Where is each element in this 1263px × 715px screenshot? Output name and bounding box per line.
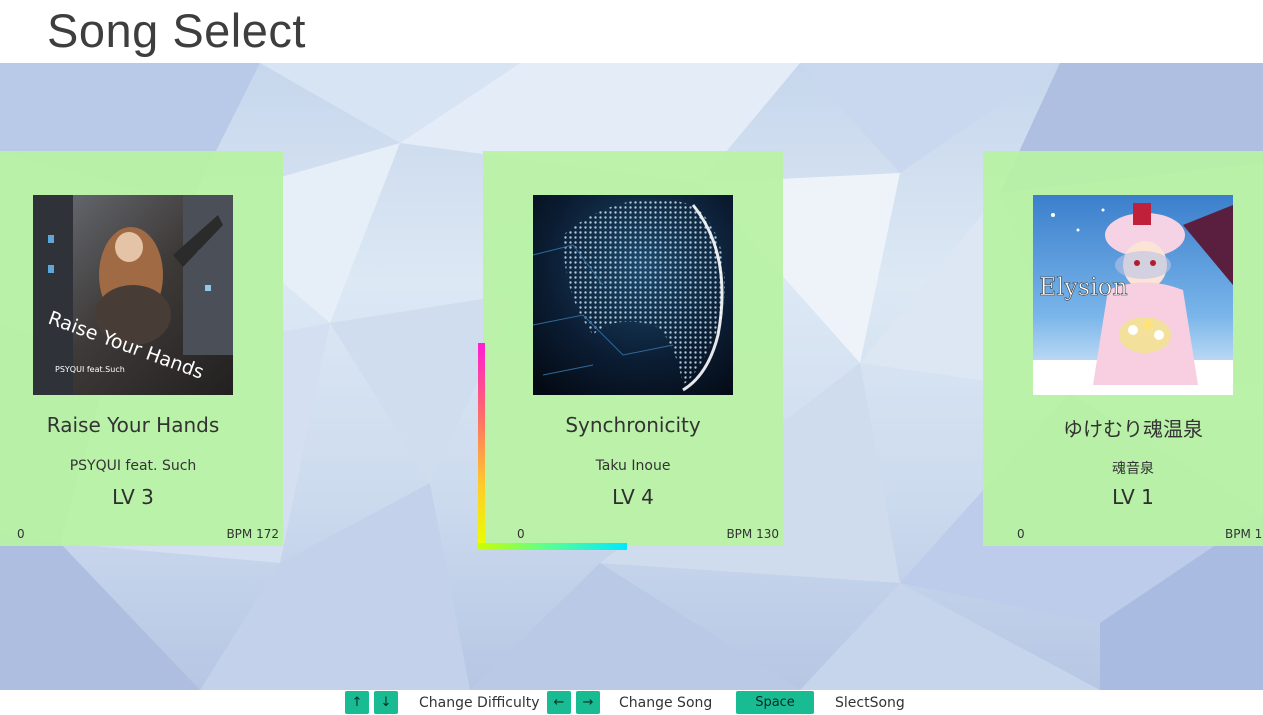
song-score: 0 (17, 527, 25, 541)
right-arrow-key[interactable]: → (576, 691, 600, 714)
album-cover-yukemuri: Elysion (1033, 195, 1233, 395)
up-arrow-key[interactable]: ↑ (345, 691, 369, 714)
song-artist: 魂音泉 (1112, 461, 1154, 477)
song-card-synchronicity[interactable]: Synchronicity Taku Inoue LV 4 0 BPM 130 (483, 151, 783, 546)
song-level: LV 3 (112, 485, 154, 509)
song-card-yukemuri[interactable]: Elysion ゆけむり魂温泉 魂音泉 LV 1 0 BPM 1 (983, 151, 1263, 546)
selection-cursor-horizontal (478, 543, 627, 550)
song-artist: Taku Inoue (595, 458, 671, 474)
album-cover-raise-your-hands: Raise Your Hands PSYQUI feat.Such (33, 195, 233, 395)
album-cover-synchronicity (533, 195, 733, 395)
left-arrow-key[interactable]: ← (547, 691, 571, 714)
selection-cursor-vertical (478, 343, 485, 547)
song-level: LV 4 (612, 485, 654, 509)
song-level: LV 1 (1112, 485, 1154, 509)
song-score: 0 (1017, 527, 1025, 541)
song-card-raise-your-hands[interactable]: Raise Your Hands PSYQUI feat.Such Raise … (0, 151, 283, 546)
page-title: Song Select (47, 4, 306, 57)
song-artist: PSYQUI feat. Such (69, 458, 197, 474)
song-bpm: BPM 130 (726, 527, 779, 541)
down-arrow-key[interactable]: ↓ (374, 691, 398, 714)
header: Song Select (0, 0, 1263, 63)
space-key[interactable]: Space (736, 691, 814, 714)
cover-title-text: Elysion (1039, 273, 1128, 301)
song-score: 0 (517, 527, 525, 541)
song-title: Synchronicity (565, 413, 701, 437)
song-title: ゆけむり魂温泉 (1063, 417, 1203, 441)
song-bpm: BPM 1 (1225, 527, 1263, 541)
change-difficulty-label: Change Difficulty (419, 695, 540, 711)
song-bpm: BPM 172 (226, 527, 279, 541)
select-song-label: SlectSong (835, 695, 905, 711)
song-title: Raise Your Hands (46, 413, 220, 437)
change-song-label: Change Song (619, 695, 713, 711)
controls-footer: ↑ ↓ Change Difficulty ← → Change Song Sp… (0, 690, 1263, 715)
song-select-screen: Song Select Raise Your Hands PSYQUI feat… (0, 0, 1263, 715)
cover-artist-text: PSYQUI feat.Such (55, 365, 125, 374)
